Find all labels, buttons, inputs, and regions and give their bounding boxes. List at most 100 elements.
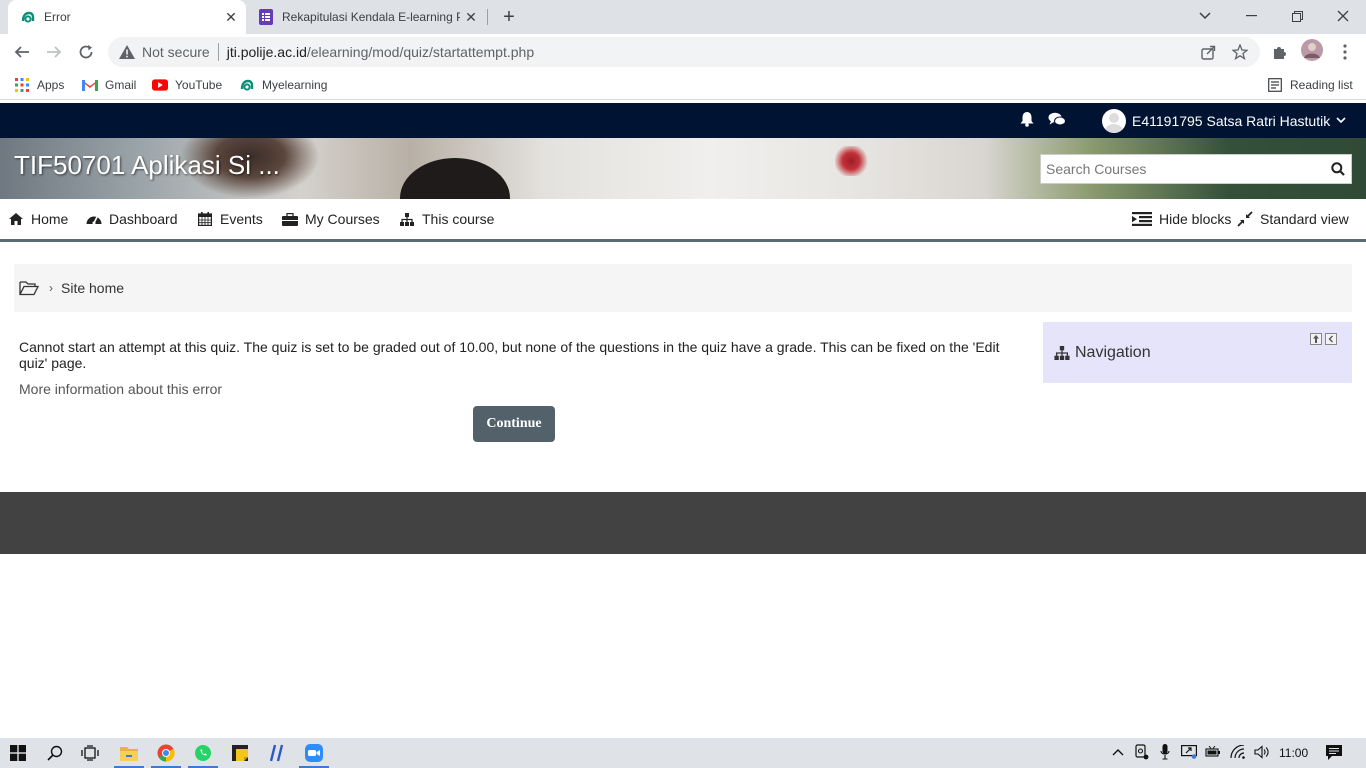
chevron-down-icon — [1336, 115, 1346, 127]
gmail-icon — [82, 77, 98, 93]
zoom-icon[interactable] — [299, 742, 329, 768]
bookmark-youtube[interactable]: YouTube — [152, 76, 222, 94]
moodle-icon — [239, 77, 255, 93]
url-text[interactable]: jti.polije.ac.id/elearning/mod/quiz/star… — [227, 44, 534, 60]
screen-share-icon[interactable] — [1181, 744, 1197, 760]
menu-home[interactable]: Home — [8, 210, 68, 228]
restore-icon[interactable] — [1274, 0, 1320, 32]
calendar-icon — [197, 211, 213, 227]
moodle-top-navbar: E41191795 Satsa Ratri Hastutik — [0, 103, 1366, 138]
chrome-menu-kebab-icon[interactable] — [1336, 43, 1354, 61]
browser-tab-strip: Error ✕ Rekapitulasi Kendala E-learning … — [0, 0, 1366, 34]
show-hidden-icons-chevron-icon[interactable] — [1110, 744, 1126, 760]
share-icon[interactable] — [1199, 43, 1217, 61]
briefcase-icon — [282, 211, 298, 227]
microphone-icon[interactable] — [1157, 744, 1173, 760]
google-forms-icon — [258, 9, 274, 25]
dock-block-icon[interactable] — [1325, 333, 1337, 345]
standard-view-label: Standard view — [1260, 211, 1349, 227]
messages-icon[interactable] — [1048, 110, 1066, 128]
slash-app-icon[interactable] — [266, 742, 288, 764]
menu-my-courses[interactable]: My Courses — [282, 210, 380, 228]
bookmark-myelearning[interactable]: Myelearning — [239, 76, 327, 94]
wifi-icon[interactable] — [1230, 744, 1246, 760]
windows-start-icon[interactable] — [7, 742, 29, 764]
menu-events[interactable]: Events — [197, 210, 263, 228]
url-host: jti.polije.ac.id — [226, 44, 307, 60]
move-block-icon[interactable] — [1310, 333, 1322, 345]
tab-separator — [487, 9, 488, 25]
tab-error[interactable]: Error ✕ — [8, 0, 246, 34]
home-icon — [8, 211, 24, 227]
menu-this-course[interactable]: This course — [399, 210, 494, 228]
action-center-notification-icon[interactable] — [1325, 744, 1343, 760]
url-path: /elearning/mod/quiz/startattempt.php — [306, 44, 535, 60]
bookmark-star-icon[interactable] — [1231, 43, 1249, 61]
chrome-icon[interactable] — [151, 742, 181, 768]
custom-menu-bar: Home Dashboard Events My Courses This co… — [0, 199, 1366, 242]
tab-title: Error — [44, 10, 71, 24]
navigation-block-title: Navigation — [1075, 344, 1151, 361]
continue-button[interactable]: Continue — [473, 406, 555, 442]
compress-icon — [1237, 211, 1253, 227]
user-menu[interactable]: E41191795 Satsa Ratri Hastutik — [1102, 108, 1346, 134]
minimize-icon[interactable] — [1228, 0, 1274, 32]
windows-taskbar: 11:00 — [0, 738, 1366, 768]
menu-dashboard[interactable]: Dashboard — [86, 210, 178, 228]
file-explorer-icon[interactable] — [114, 742, 144, 768]
menu-dashboard-label: Dashboard — [109, 211, 178, 227]
hide-blocks-label: Hide blocks — [1159, 211, 1232, 227]
security-label[interactable]: Not secure — [142, 44, 210, 60]
extensions-puzzle-icon[interactable] — [1271, 43, 1289, 61]
bookmark-label: Apps — [37, 78, 65, 92]
bookmark-label: YouTube — [175, 78, 223, 92]
hide-blocks-button[interactable]: Hide blocks — [1132, 210, 1231, 228]
youtube-icon — [152, 77, 168, 93]
standard-view-button[interactable]: Standard view — [1237, 210, 1349, 228]
bell-icon[interactable] — [1018, 110, 1036, 128]
camera-privacy-icon[interactable] — [1134, 744, 1150, 760]
bookmark-apps[interactable]: Apps — [14, 76, 64, 94]
search-icon[interactable] — [1325, 155, 1351, 183]
avatar — [1102, 109, 1126, 133]
reload-icon[interactable] — [72, 38, 100, 66]
search-icon[interactable] — [44, 742, 66, 764]
search-courses-input[interactable] — [1041, 155, 1325, 183]
taskbar-clock[interactable]: 11:00 — [1279, 746, 1308, 760]
bookmark-gmail[interactable]: Gmail — [82, 76, 136, 94]
volume-icon[interactable] — [1254, 744, 1270, 760]
new-tab-button[interactable]: + — [497, 5, 521, 29]
navigation-block: Navigation — [1043, 322, 1352, 383]
warning-triangle-icon[interactable] — [118, 43, 136, 61]
breadcrumb-site-home[interactable]: Site home — [61, 280, 124, 296]
sticky-notes-icon[interactable] — [229, 742, 251, 764]
omnibox-separator — [217, 43, 219, 61]
menu-this-course-label: This course — [422, 211, 495, 227]
breadcrumb: › Site home — [14, 264, 1352, 312]
reading-list-button[interactable]: Reading list — [1267, 76, 1353, 94]
battery-charging-icon[interactable] — [1205, 744, 1221, 760]
window-close-icon[interactable] — [1320, 0, 1366, 32]
course-title[interactable]: TIF50701 Aplikasi Si ... — [14, 150, 280, 181]
task-view-icon[interactable] — [79, 742, 101, 764]
tab-title: Rekapitulasi Kendala E-learning P — [282, 10, 460, 24]
back-arrow-icon[interactable] — [8, 38, 36, 66]
profile-avatar[interactable] — [1301, 39, 1323, 61]
menu-home-label: Home — [31, 211, 69, 227]
close-icon[interactable]: ✕ — [460, 6, 482, 28]
sitemap-icon — [399, 211, 415, 227]
bookmarks-bar: Apps Gmail YouTube Myelearning Reading l… — [0, 70, 1366, 100]
navigation-block-header[interactable]: Navigation — [1054, 344, 1151, 362]
close-icon[interactable]: ✕ — [220, 6, 242, 28]
course-header-banner: TIF50701 Aplikasi Si ... — [0, 138, 1366, 199]
tab-rekapitulasi[interactable]: Rekapitulasi Kendala E-learning P ✕ — [248, 0, 486, 34]
moodle-icon — [20, 9, 36, 25]
bookmark-label: Myelearning — [262, 78, 328, 92]
reading-list-label: Reading list — [1290, 78, 1353, 92]
more-info-link[interactable]: More information about this error — [19, 381, 222, 397]
whatsapp-icon[interactable] — [188, 742, 218, 768]
tab-search-chevron-icon[interactable] — [1182, 0, 1228, 32]
forward-arrow-icon[interactable] — [40, 38, 68, 66]
address-bar[interactable]: Not secure jti.polije.ac.id/elearning/mo… — [108, 37, 1260, 67]
sitemap-icon — [1054, 345, 1070, 361]
